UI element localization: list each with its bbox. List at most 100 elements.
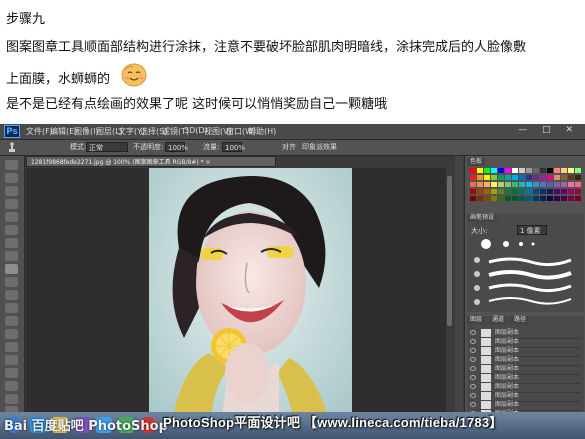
healing-brush-tool-icon[interactable] (5, 238, 18, 248)
color-swatch[interactable] (547, 189, 553, 194)
canvas-scrollbar[interactable] (446, 156, 453, 439)
scrollbar-thumb[interactable] (447, 176, 452, 326)
color-swatch[interactable] (575, 189, 581, 194)
color-swatch[interactable] (505, 189, 511, 194)
color-swatch[interactable] (519, 182, 525, 187)
color-swatch[interactable] (533, 168, 539, 173)
color-swatch[interactable] (484, 175, 490, 180)
color-swatch[interactable] (533, 189, 539, 194)
eyedropper-tool-icon[interactable] (5, 225, 18, 235)
color-swatch[interactable] (519, 175, 525, 180)
color-swatch[interactable] (477, 168, 483, 173)
color-swatch[interactable] (554, 182, 560, 187)
color-swatch[interactable] (505, 168, 511, 173)
color-swatch[interactable] (526, 168, 532, 173)
color-swatch[interactable] (568, 175, 574, 180)
color-swatch[interactable] (512, 182, 518, 187)
color-swatch[interactable] (568, 189, 574, 194)
color-swatch[interactable] (512, 189, 518, 194)
color-swatch[interactable] (561, 182, 567, 187)
color-swatch[interactable] (533, 196, 539, 201)
color-swatch[interactable] (519, 196, 525, 201)
opacity-field[interactable]: 100% (165, 142, 188, 152)
document-tab[interactable]: 1281f9868fede2271.jpg @ 100% (图案图章工具 RGB… (26, 156, 276, 167)
tab-brush-presets[interactable]: 画笔预设 (467, 214, 498, 222)
pattern-stamp-tool-icon[interactable] (5, 264, 18, 274)
eye-icon[interactable] (470, 357, 476, 362)
color-swatch[interactable] (554, 189, 560, 194)
eye-icon[interactable] (470, 339, 476, 344)
color-swatch[interactable] (484, 168, 490, 173)
eraser-tool-icon[interactable] (5, 290, 18, 300)
color-swatch[interactable] (512, 196, 518, 201)
color-swatch[interactable] (491, 189, 497, 194)
color-swatch[interactable] (533, 182, 539, 187)
menu-help[interactable]: 帮助(H) (248, 126, 276, 137)
shape-tool-icon[interactable] (5, 381, 18, 391)
color-swatch[interactable] (533, 175, 539, 180)
color-swatch[interactable] (561, 196, 567, 201)
color-swatch[interactable] (470, 175, 476, 180)
window-controls[interactable]: — □ ✕ (518, 125, 579, 135)
color-swatch[interactable] (561, 189, 567, 194)
color-swatch[interactable] (491, 182, 497, 187)
color-swatch[interactable] (547, 182, 553, 187)
canvas-area[interactable] (26, 168, 446, 439)
color-swatch[interactable] (519, 168, 525, 173)
clone-stamp-icon[interactable] (6, 142, 18, 153)
tab-channels[interactable]: 通道 (489, 316, 508, 324)
color-swatch[interactable] (470, 196, 476, 201)
color-swatch[interactable] (554, 168, 560, 173)
eye-icon[interactable] (470, 366, 476, 371)
mode-select[interactable]: 正常 (86, 142, 128, 152)
color-swatch[interactable] (575, 168, 581, 173)
color-swatch[interactable] (547, 196, 553, 201)
color-swatch[interactable] (498, 175, 504, 180)
color-swatch[interactable] (470, 168, 476, 173)
pen-tool-icon[interactable] (5, 342, 18, 352)
color-swatch[interactable] (512, 168, 518, 173)
magic-wand-tool-icon[interactable] (5, 199, 18, 209)
eye-icon[interactable] (470, 393, 476, 398)
eye-icon[interactable] (470, 402, 476, 407)
color-swatch[interactable] (470, 189, 476, 194)
color-swatch[interactable] (498, 196, 504, 201)
color-swatch[interactable] (498, 168, 504, 173)
color-swatch[interactable] (505, 182, 511, 187)
color-swatch[interactable] (491, 168, 497, 173)
color-swatch[interactable] (547, 168, 553, 173)
color-swatch[interactable] (470, 182, 476, 187)
color-swatch[interactable] (505, 175, 511, 180)
color-swatch[interactable] (568, 168, 574, 173)
move-tool-icon[interactable] (5, 160, 18, 170)
tab-paths[interactable]: 路径 (511, 316, 530, 324)
lasso-tool-icon[interactable] (5, 186, 18, 196)
color-swatch[interactable] (477, 189, 483, 194)
blur-tool-icon[interactable] (5, 316, 18, 326)
color-swatch[interactable] (484, 189, 490, 194)
eye-icon[interactable] (470, 330, 476, 335)
menu-file[interactable]: 文件(F) (26, 126, 53, 137)
type-tool-icon[interactable] (5, 355, 18, 365)
color-swatch[interactable] (575, 182, 581, 187)
color-swatch[interactable] (484, 196, 490, 201)
color-swatch[interactable] (575, 196, 581, 201)
color-swatch[interactable] (526, 175, 532, 180)
eye-icon[interactable] (470, 384, 476, 389)
color-swatch[interactable] (484, 182, 490, 187)
impressionist-checkbox[interactable]: 印象派效果 (302, 142, 337, 152)
color-swatch[interactable] (575, 175, 581, 180)
color-swatch[interactable] (561, 175, 567, 180)
color-swatch[interactable] (477, 175, 483, 180)
crop-tool-icon[interactable] (5, 212, 18, 222)
eye-icon[interactable] (470, 375, 476, 380)
color-swatch[interactable] (519, 189, 525, 194)
history-brush-tool-icon[interactable] (5, 277, 18, 287)
color-swatch[interactable] (526, 182, 532, 187)
marquee-tool-icon[interactable] (5, 173, 18, 183)
brush-tips-preview[interactable] (471, 238, 581, 310)
color-swatch[interactable] (554, 175, 560, 180)
brush-tool-icon[interactable] (5, 251, 18, 261)
color-swatch[interactable] (547, 175, 553, 180)
tab-layers[interactable]: 图层 (467, 316, 486, 324)
